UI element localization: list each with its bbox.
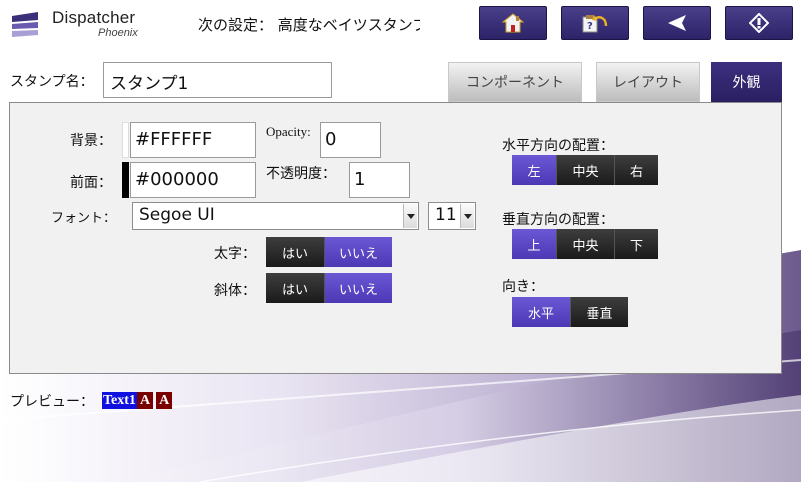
font-select[interactable]: Segoe UI (132, 202, 419, 230)
foreground-swatch[interactable] (122, 162, 129, 198)
transparency-input[interactable]: 1 (349, 162, 410, 198)
italic-toggle: はい いいえ (266, 273, 392, 303)
bold-label: 太字： (214, 246, 256, 262)
chevron-down-icon[interactable] (460, 204, 474, 228)
logo-icon (10, 12, 40, 38)
preview-letter-part: A (136, 392, 154, 409)
logo-subtitle: Phoenix (98, 27, 138, 39)
foreground-label: 前面： (70, 175, 112, 191)
font-size-select[interactable]: 11 (428, 202, 476, 230)
align-right-button[interactable]: 右 (614, 155, 658, 185)
align-top-button[interactable]: 上 (512, 229, 556, 259)
tab-components[interactable]: コンポーネント (448, 62, 582, 102)
preview-label: プレビュー： (10, 394, 94, 410)
background-label: 背景： (70, 133, 112, 149)
home-icon (502, 13, 524, 33)
wizard-title: 次の設定： 高度なベイツスタンプ (198, 16, 420, 34)
diamond-next-icon (749, 13, 769, 33)
bold-no-button[interactable]: いいえ (324, 237, 392, 267)
orientation-horizontal-button[interactable]: 水平 (512, 297, 570, 327)
foreground-color-input[interactable]: #000000 (130, 162, 256, 198)
orientation-vertical-button[interactable]: 垂直 (570, 297, 628, 327)
align-middle-button[interactable]: 中央 (556, 229, 614, 259)
font-size-value: 11 (435, 205, 457, 225)
stamp-name-input[interactable]: スタンプ1 (103, 62, 332, 98)
back-arrow-icon (668, 15, 686, 31)
logo: Dispatcher Phoenix (8, 8, 158, 44)
undo-icon: ? (582, 15, 608, 33)
next-button[interactable] (725, 6, 793, 40)
horizontal-alignment-label: 水平方向の配置： (502, 138, 614, 154)
stamp-preview: Text1 A A (102, 392, 173, 409)
chevron-down-icon[interactable] (403, 204, 417, 228)
orientation-label: 向き： (502, 279, 544, 295)
align-left-button[interactable]: 左 (512, 155, 556, 185)
svg-text:?: ? (587, 21, 593, 32)
tab-layout[interactable]: レイアウト (596, 62, 700, 102)
home-button[interactable] (479, 6, 547, 40)
preview-letter-part: A (156, 392, 173, 409)
preview-text-part: Text1 (102, 392, 137, 409)
tab-appearance[interactable]: 外観 (711, 62, 782, 102)
transparency-label: 不透明度： (266, 166, 336, 182)
italic-yes-button[interactable]: はい (266, 273, 324, 303)
logo-name: Dispatcher (52, 8, 136, 27)
background-swatch[interactable] (122, 122, 129, 158)
italic-label: 斜体： (214, 283, 256, 299)
bold-yes-button[interactable]: はい (266, 237, 324, 267)
undo-button[interactable]: ? (561, 6, 629, 40)
vertical-alignment-toggle: 上 中央 下 (512, 229, 658, 259)
background-color-input[interactable]: #FFFFFF (130, 122, 256, 158)
opacity-label: Opacity: (266, 124, 311, 139)
font-select-value: Segoe UI (139, 205, 215, 225)
horizontal-alignment-toggle: 左 中央 右 (512, 155, 658, 185)
stamp-name-label: スタンプ名： (10, 74, 94, 90)
back-button[interactable] (643, 6, 711, 40)
align-bottom-button[interactable]: 下 (614, 229, 658, 259)
orientation-toggle: 水平 垂直 (512, 297, 628, 327)
align-center-button[interactable]: 中央 (556, 155, 614, 185)
opacity-input[interactable]: 0 (320, 122, 381, 158)
font-label: フォント： (51, 211, 117, 226)
italic-no-button[interactable]: いいえ (324, 273, 392, 303)
bold-toggle: はい いいえ (266, 237, 392, 267)
vertical-alignment-label: 垂直方向の配置： (502, 212, 614, 228)
header: Dispatcher Phoenix 次の設定： 高度なベイツスタンプ ? (0, 0, 801, 50)
